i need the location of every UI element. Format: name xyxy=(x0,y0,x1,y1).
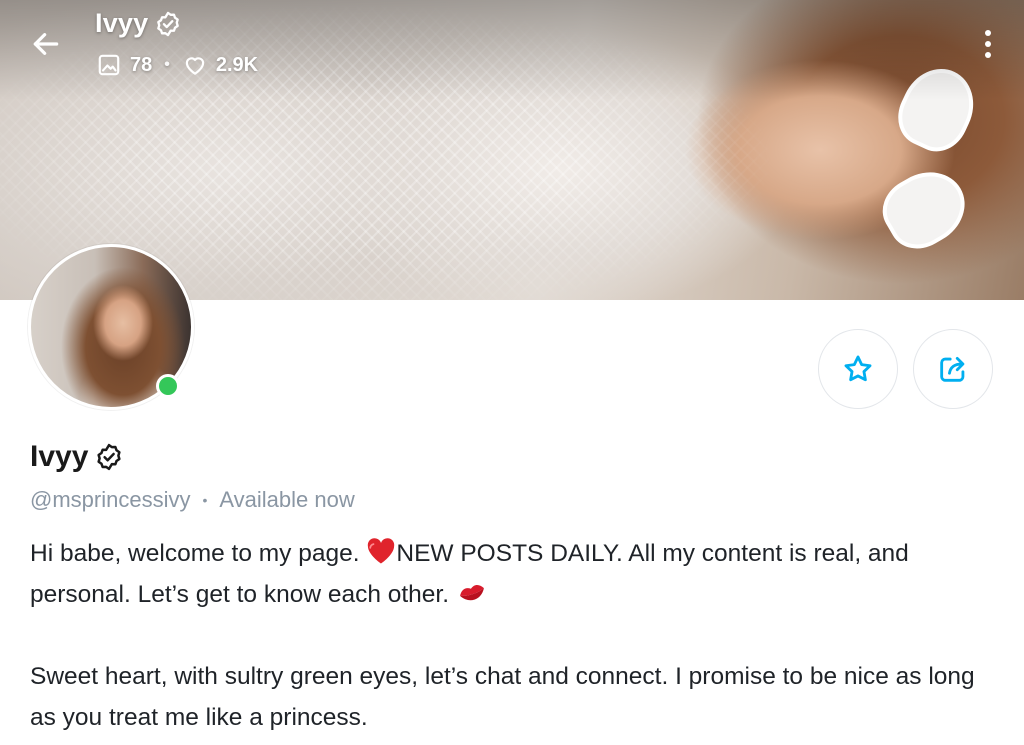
share-button[interactable] xyxy=(913,329,993,409)
kiss-mark-emoji-icon xyxy=(459,585,484,601)
more-vertical-icon-dot xyxy=(985,41,991,47)
header-stats: 78 • 2.9K xyxy=(96,52,258,78)
media-count: 78 xyxy=(130,53,153,76)
likes-count: 2.9K xyxy=(215,53,259,76)
stat-separator: • xyxy=(164,56,170,73)
header-name: Ivyy xyxy=(95,8,149,38)
more-vertical-icon xyxy=(985,30,991,36)
profile-name-row: Ivyy xyxy=(30,440,124,474)
handle-row: @msprincessivy • Available now xyxy=(30,487,355,513)
handle-separator: • xyxy=(202,492,208,508)
heart-icon xyxy=(185,57,205,75)
image-icon xyxy=(98,54,120,76)
back-button[interactable] xyxy=(26,24,66,64)
bio-text: Hi babe, welcome to my page. xyxy=(30,540,367,567)
add-to-favorites-button[interactable] xyxy=(818,329,898,409)
arrow-left-icon xyxy=(33,33,59,55)
profile-bio: Hi babe, welcome to my page. NEW POSTS D… xyxy=(30,533,1000,738)
availability-status: Available now xyxy=(219,487,355,512)
display-name: Ivyy xyxy=(30,440,89,473)
more-options-button[interactable] xyxy=(976,26,1000,62)
verified-badge-icon xyxy=(97,443,122,471)
star-icon xyxy=(844,355,872,382)
verified-badge-icon xyxy=(157,11,180,36)
bio-paragraph: Hi babe, welcome to my page. NEW POSTS D… xyxy=(30,533,1000,615)
top-bar: Ivyy 78 • 2.9K xyxy=(0,0,1024,90)
bio-paragraph: Sweet heart, with sultry green eyes, let… xyxy=(30,663,975,731)
bio-paragraph-gap xyxy=(30,615,1000,656)
header-title: Ivyy xyxy=(95,8,182,39)
username-handle[interactable]: @msprincessivy xyxy=(30,487,190,513)
online-status-indicator xyxy=(156,374,180,398)
share-icon xyxy=(940,356,965,382)
more-vertical-icon-dot xyxy=(985,52,991,58)
red-heart-emoji-icon xyxy=(368,538,395,564)
